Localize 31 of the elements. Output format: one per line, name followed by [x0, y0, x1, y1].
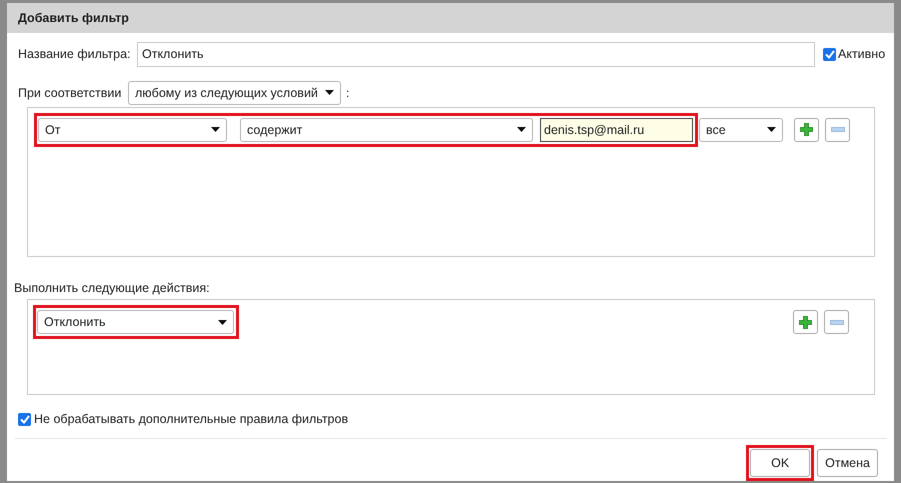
remove-button[interactable]	[824, 310, 849, 334]
action-dropdown[interactable]: Отклонить	[37, 310, 234, 334]
caret-icon	[325, 90, 334, 96]
caret-icon	[218, 320, 227, 325]
match-dropdown[interactable]: любому из следующих условий	[128, 80, 341, 105]
add-button[interactable]	[794, 118, 819, 142]
field-label: Название фильтра:	[18, 46, 132, 64]
checkbox[interactable]	[18, 413, 31, 426]
colon-text: :	[346, 84, 350, 102]
section-label: Выполнить следующие действия:	[14, 280, 210, 297]
checkbox-label: Не обрабатывать дополнительные правила фильтров	[34, 411, 348, 428]
field-dropdown[interactable]: От	[38, 118, 227, 142]
caret-icon	[517, 127, 526, 132]
scope-dropdown[interactable]: все	[699, 118, 783, 142]
name-field[interactable]: Отклонить	[137, 42, 815, 67]
cancel-button[interactable]: Отмена	[817, 449, 878, 477]
remove-button[interactable]	[825, 118, 850, 142]
add-button[interactable]	[793, 310, 818, 334]
plus-icon	[800, 123, 813, 136]
caret-icon	[211, 127, 220, 132]
value-field[interactable]: denis.tsp@mail.ru	[540, 118, 693, 142]
checkbox[interactable]	[823, 48, 836, 61]
window-title: Добавить фильтр	[18, 10, 129, 27]
minus-icon	[830, 320, 844, 325]
operator-dropdown[interactable]: содержит	[240, 118, 533, 142]
caret-icon	[767, 127, 776, 132]
checkbox-label: Активно	[838, 46, 886, 64]
plus-icon	[799, 316, 812, 329]
ok-button[interactable]: OK	[750, 449, 810, 477]
minus-icon	[830, 127, 844, 132]
field-label: При соответствии	[18, 84, 122, 102]
